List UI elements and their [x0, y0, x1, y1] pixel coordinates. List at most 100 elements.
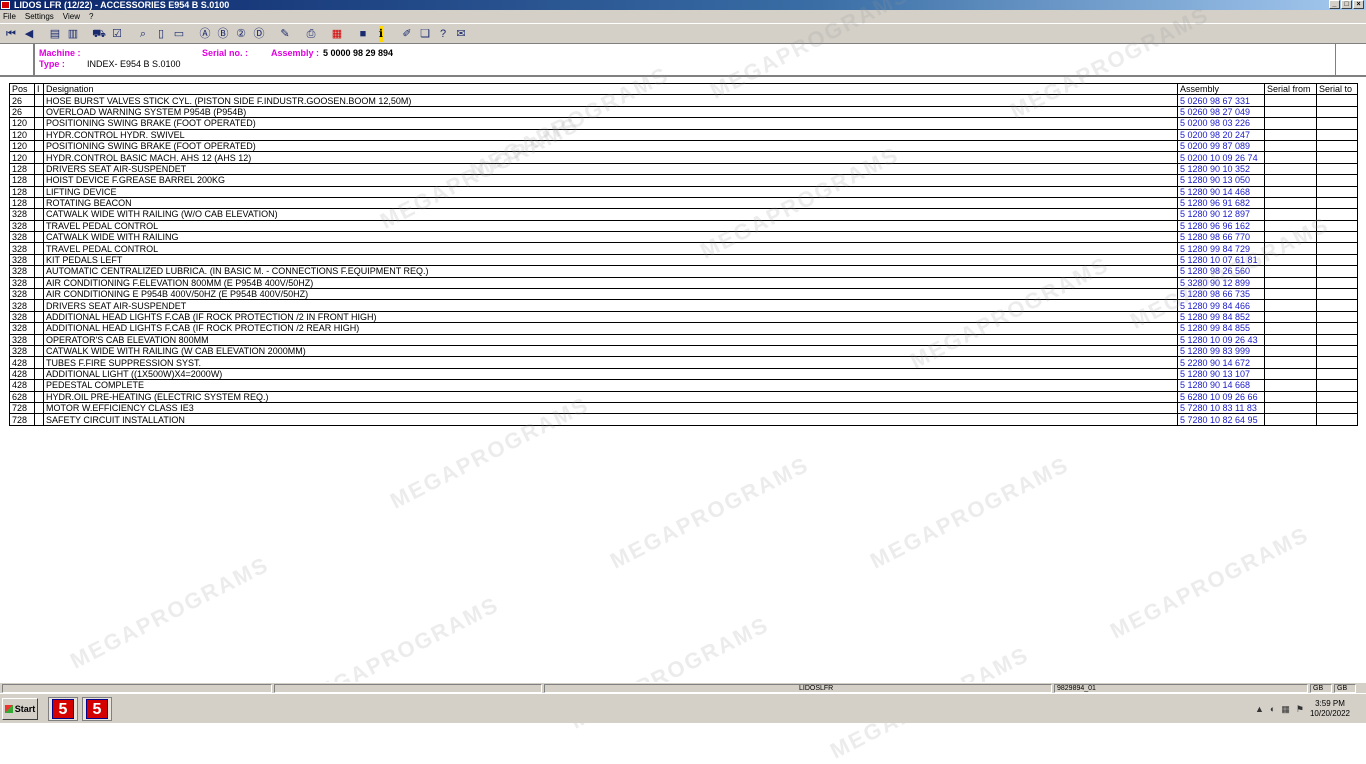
col-header-serial-from[interactable]: Serial from: [1264, 82, 1317, 96]
cell-assembly[interactable]: 5 1280 90 13 050: [1177, 174, 1265, 187]
cell-assembly[interactable]: 5 1280 96 96 162: [1177, 219, 1265, 233]
table-row[interactable]: 428 ADDITIONAL LIGHT ((1X500W)X4=2000W) 5 …: [9, 367, 1358, 381]
table-row[interactable]: 728 SAFETY CIRCUIT INSTALLATION 5 7280 10 …: [9, 413, 1358, 426]
edit-icon[interactable]: ✎: [277, 26, 293, 42]
table-row[interactable]: 120 HYDR.CONTROL HYDR. SWIVEL 5 0200 98 20…: [9, 128, 1358, 141]
table-row[interactable]: 428 TUBES F.FIRE SUPPRESSION SYST. 5 2280 …: [9, 356, 1358, 369]
table-row[interactable]: 26 OVERLOAD WARNING SYSTEM P954B (P954B) 5…: [9, 105, 1358, 119]
start-button[interactable]: Start: [2, 698, 38, 720]
cell-assembly[interactable]: 5 1280 98 66 735: [1177, 288, 1265, 301]
table-row[interactable]: 128 LIFTING DEVICE 5 1280 90 14 468: [9, 185, 1358, 198]
search-c-icon[interactable]: ②: [233, 26, 249, 42]
network-icon[interactable]: ▦: [1281, 704, 1290, 715]
table-row[interactable]: 328 KIT PEDALS LEFT 5 1280 10 07 61 81: [9, 253, 1358, 267]
cell-assembly[interactable]: 5 0200 98 20 247: [1177, 128, 1265, 141]
cell-assembly[interactable]: 5 0200 10 09 26 74: [1177, 151, 1265, 164]
cell-assembly[interactable]: 5 6280 10 09 26 66: [1177, 390, 1265, 403]
table-row[interactable]: 328 CATWALK WIDE WITH RAILING (W/O CAB EL…: [9, 208, 1358, 221]
mail-icon[interactable]: ✉: [453, 26, 469, 42]
table-row[interactable]: 328 AIR CONDITIONING E P954B 400V/50HZ (E…: [9, 288, 1358, 301]
table-row[interactable]: 328 OPERATOR'S CAB ELEVATION 800MM 5 1280 …: [9, 333, 1358, 347]
cell-assembly[interactable]: 5 1280 98 66 770: [1177, 231, 1265, 244]
info-icon[interactable]: ℹ: [373, 25, 389, 42]
cell-assembly[interactable]: 5 1280 10 09 26 43: [1177, 333, 1265, 347]
table-row[interactable]: 328 AIR CONDITIONING F.ELEVATION 800MM (E…: [9, 276, 1358, 290]
checklist-icon[interactable]: ☑: [109, 26, 125, 42]
table-row[interactable]: 328 TRAVEL PEDAL CONTROL 5 1280 99 84 729: [9, 242, 1358, 255]
col-header-designation[interactable]: Designation: [43, 82, 1178, 96]
search-d-icon[interactable]: Ⓓ: [251, 26, 267, 42]
menu-file[interactable]: File: [3, 12, 16, 21]
search-b-icon[interactable]: Ⓑ: [215, 26, 231, 42]
table-row[interactable]: 120 POSITIONING SWING BRAKE (FOOT OPERATE…: [9, 139, 1358, 153]
taskbar-app-2[interactable]: 5: [82, 697, 112, 721]
grid-icon[interactable]: ▦: [329, 26, 345, 42]
table-row[interactable]: 728 MOTOR W.EFFICIENCY CLASS IE3 5 7280 10…: [9, 401, 1358, 415]
close-button[interactable]: ×: [1353, 0, 1364, 9]
flag-icon[interactable]: ⚑: [1296, 704, 1304, 715]
help-icon[interactable]: ?: [435, 26, 451, 42]
prev-icon[interactable]: ◀: [21, 26, 37, 42]
maximize-button[interactable]: □: [1341, 0, 1352, 9]
table-row[interactable]: 328 ADDITIONAL HEAD LIGHTS F.CAB (IF ROCK…: [9, 322, 1358, 335]
table-row[interactable]: 328 DRIVERS SEAT AIR-SUSPENDET 5 1280 99 8…: [9, 299, 1358, 312]
clock[interactable]: 3:59 PM 10/20/2022: [1310, 699, 1350, 719]
cell-assembly[interactable]: 5 7280 10 83 11 83: [1177, 401, 1265, 415]
cell-assembly[interactable]: 5 1280 99 83 999: [1177, 344, 1265, 358]
print-icon[interactable]: ⎙: [303, 26, 319, 42]
table-row[interactable]: 128 DRIVERS SEAT AIR-SUSPENDET 5 1280 90 1…: [9, 162, 1358, 176]
cell-assembly[interactable]: 5 0260 98 27 049: [1177, 105, 1265, 119]
tool-icon[interactable]: ✐: [399, 26, 415, 42]
cell-assembly[interactable]: 5 1280 90 14 468: [1177, 185, 1265, 198]
search-a-icon[interactable]: Ⓐ: [197, 26, 213, 42]
taskbar-app-1[interactable]: 5: [48, 697, 78, 721]
minimize-button[interactable]: _: [1329, 0, 1340, 9]
col-header-pos[interactable]: Pos: [9, 82, 35, 96]
table-row[interactable]: 128 HOIST DEVICE F.GREASE BARREL 200KG 5 1…: [9, 174, 1358, 187]
blue-square-icon[interactable]: ■: [355, 26, 371, 42]
doc-back-icon[interactable]: ▤: [47, 26, 63, 42]
table-row[interactable]: 428 PEDESTAL COMPLETE 5 1280 90 14 668: [9, 379, 1358, 392]
cart-icon[interactable]: ⛟: [91, 26, 107, 42]
cell-assembly[interactable]: 5 0200 98 03 226: [1177, 117, 1265, 130]
pages-icon[interactable]: ▭: [171, 26, 187, 42]
cell-assembly[interactable]: 5 3280 90 12 899: [1177, 276, 1265, 290]
cell-assembly[interactable]: 5 1280 99 84 852: [1177, 310, 1265, 324]
cell-assembly[interactable]: 5 1280 99 84 729: [1177, 242, 1265, 255]
volume-icon[interactable]: ◐: [1270, 704, 1275, 714]
page-icon[interactable]: ▯: [153, 26, 169, 42]
cell-assembly[interactable]: 5 0260 98 67 331: [1177, 94, 1265, 107]
cell-assembly[interactable]: 5 1280 98 26 560: [1177, 265, 1265, 278]
table-row[interactable]: 128 ROTATING BEACON 5 1280 96 91 682: [9, 196, 1358, 210]
table-row[interactable]: 628 HYDR.OIL PRE-HEATING (ELECTRIC SYSTEM…: [9, 390, 1358, 403]
table-row[interactable]: 328 TRAVEL PEDAL CONTROL 5 1280 96 96 162: [9, 219, 1358, 233]
cell-assembly[interactable]: 5 1280 90 12 897: [1177, 208, 1265, 221]
col-header-serial-to[interactable]: Serial to: [1316, 82, 1358, 96]
cell-assembly[interactable]: 5 1280 96 91 682: [1177, 196, 1265, 210]
table-row[interactable]: 328 CATWALK WIDE WITH RAILING (W CAB ELEV…: [9, 344, 1358, 358]
menu-help[interactable]: ?: [89, 12, 93, 21]
table-row[interactable]: 120 POSITIONING SWING BRAKE (FOOT OPERATE…: [9, 117, 1358, 130]
table-row[interactable]: 328 CATWALK WIDE WITH RAILING 5 1280 98 66…: [9, 231, 1358, 244]
cell-assembly[interactable]: 5 2280 90 14 672: [1177, 356, 1265, 369]
menu-view[interactable]: View: [63, 12, 80, 21]
table-row[interactable]: 120 HYDR.CONTROL BASIC MACH. AHS 12 (AHS …: [9, 151, 1358, 164]
cell-assembly[interactable]: 5 7280 10 82 64 95: [1177, 413, 1265, 426]
book-icon[interactable]: ❏: [417, 26, 433, 42]
zoom-icon[interactable]: ⌕: [135, 26, 151, 42]
col-header-i[interactable]: I: [34, 82, 44, 96]
table-row[interactable]: 328 AUTOMATIC CENTRALIZED LUBRICA. (IN BA…: [9, 265, 1358, 278]
menu-settings[interactable]: Settings: [25, 12, 54, 21]
tray-arrow-icon[interactable]: ▲: [1255, 704, 1264, 714]
first-icon[interactable]: ⏮: [3, 26, 19, 42]
cell-assembly[interactable]: 5 1280 90 14 668: [1177, 379, 1265, 392]
doc-forward-icon[interactable]: ▥: [65, 26, 81, 42]
col-header-assembly[interactable]: Assembly: [1177, 82, 1265, 96]
cell-assembly[interactable]: 5 1280 99 84 466: [1177, 299, 1265, 312]
table-row[interactable]: 26 HOSE BURST VALVES STICK CYL. (PISTON S…: [9, 94, 1358, 107]
cell-assembly[interactable]: 5 1280 10 07 61 81: [1177, 253, 1265, 267]
cell-assembly[interactable]: 5 0200 99 87 089: [1177, 139, 1265, 153]
table-row[interactable]: 328 ADDITIONAL HEAD LIGHTS F.CAB (IF ROCK…: [9, 310, 1358, 324]
cell-assembly[interactable]: 5 1280 99 84 855: [1177, 322, 1265, 335]
cell-assembly[interactable]: 5 1280 90 13 107: [1177, 367, 1265, 381]
